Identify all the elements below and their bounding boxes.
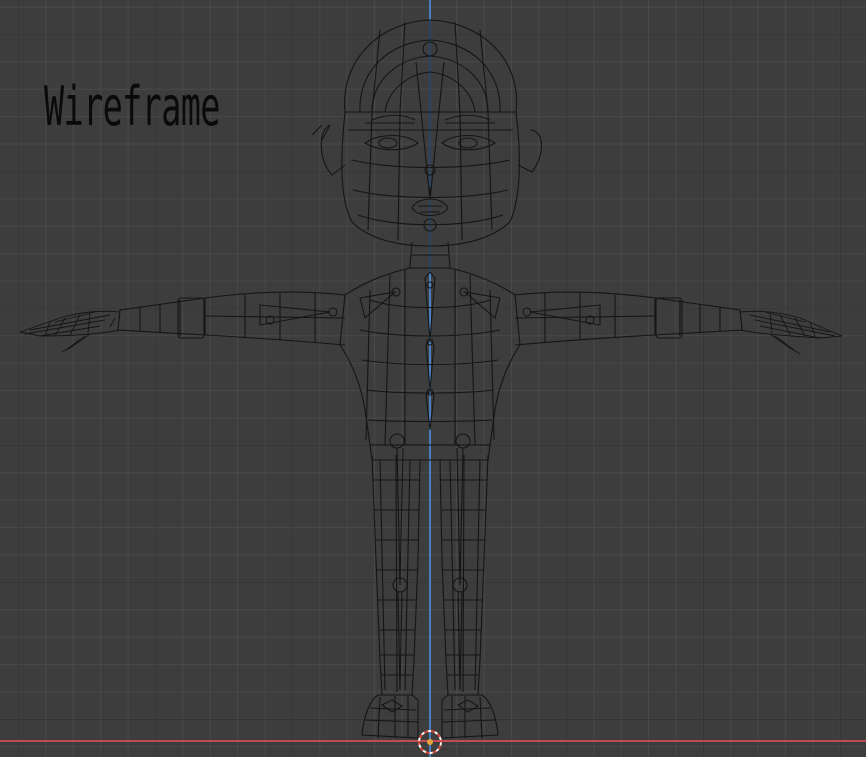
shading-mode-label: Wireframe bbox=[44, 75, 220, 138]
3d-viewport[interactable]: Wireframe bbox=[0, 0, 866, 757]
